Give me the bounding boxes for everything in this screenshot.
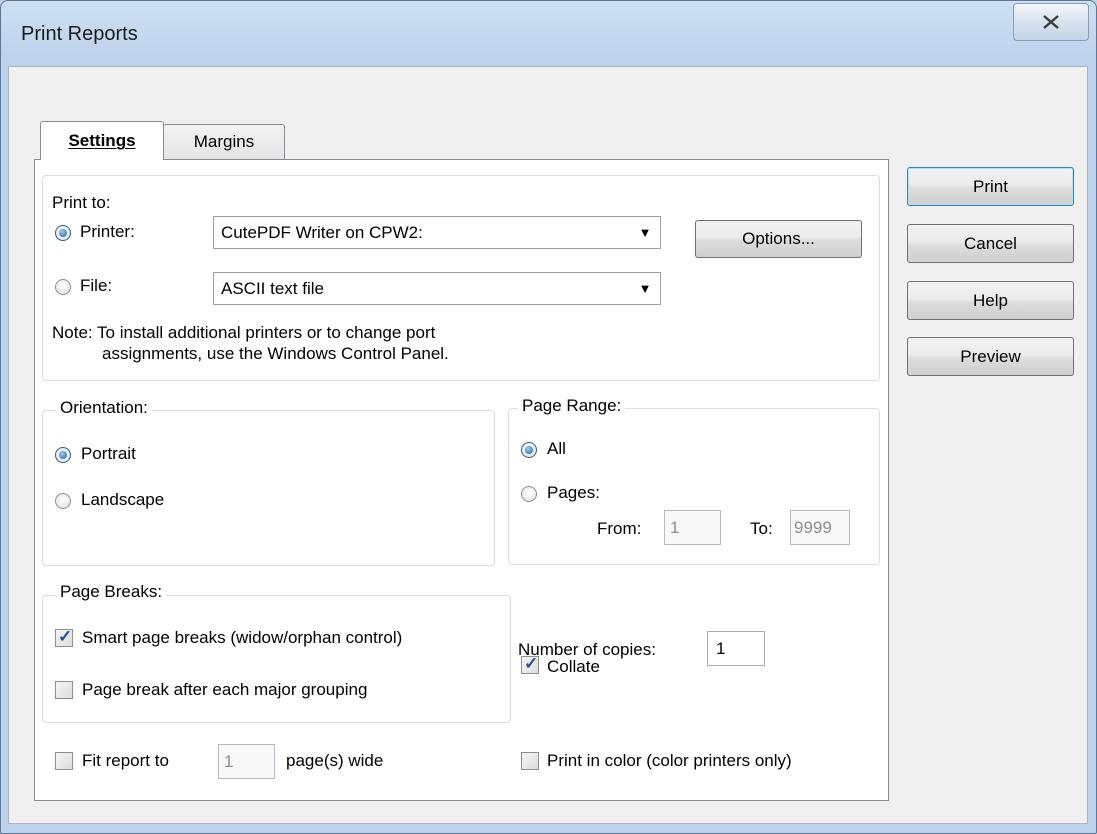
help-button[interactable]: Help bbox=[907, 281, 1074, 320]
triangle-down-icon: ▼ bbox=[638, 281, 652, 296]
file-type-select[interactable]: ASCII text file ▼ bbox=[213, 272, 661, 305]
pages-radio[interactable] bbox=[521, 486, 537, 502]
collate-checkbox[interactable]: ✓ bbox=[521, 654, 539, 674]
check-mark-icon: ✓ bbox=[58, 627, 73, 646]
printer-select[interactable]: CutePDF Writer on CPW2: ▼ bbox=[213, 216, 661, 249]
print-button[interactable]: Print bbox=[907, 167, 1074, 206]
landscape-label: Landscape bbox=[81, 490, 165, 509]
fit-report-label: Fit report to bbox=[82, 751, 169, 770]
pages-label: Pages: bbox=[547, 483, 600, 502]
file-type-select-value: ASCII text file bbox=[221, 278, 324, 298]
collate-label: Collate bbox=[547, 657, 600, 676]
triangle-down-icon: ▼ bbox=[638, 225, 652, 240]
pages-wide-label: page(s) wide bbox=[286, 751, 384, 770]
cancel-button[interactable]: Cancel bbox=[907, 224, 1074, 263]
file-radio-label: File: bbox=[80, 276, 113, 295]
check-mark-icon: ✓ bbox=[524, 654, 539, 673]
print-in-color-label: Print in color (color printers only) bbox=[547, 751, 792, 770]
landscape-radio[interactable] bbox=[55, 493, 71, 509]
printer-select-value: CutePDF Writer on CPW2: bbox=[221, 222, 423, 242]
page-range-legend: Page Range: bbox=[518, 396, 626, 416]
all-pages-radio[interactable] bbox=[521, 442, 537, 458]
tab-margins-label: Margins bbox=[193, 132, 255, 151]
orientation-legend: Orientation: bbox=[56, 398, 152, 418]
printer-note-line1: Note: To install additional printers or … bbox=[52, 323, 436, 342]
fit-pages-wide-input[interactable]: 1 bbox=[218, 744, 275, 779]
portrait-radio[interactable] bbox=[55, 447, 71, 463]
window-title: Print Reports bbox=[21, 23, 138, 45]
portrait-label: Portrait bbox=[81, 444, 136, 463]
smart-page-breaks-label: Smart page breaks (widow/orphan control) bbox=[82, 628, 403, 647]
printer-radio-label: Printer: bbox=[80, 222, 135, 241]
fit-report-checkbox[interactable] bbox=[55, 752, 73, 770]
printer-radio[interactable] bbox=[55, 225, 71, 241]
preview-button[interactable]: Preview bbox=[907, 337, 1074, 376]
to-label: To: bbox=[750, 519, 773, 538]
to-page-input[interactable]: 9999 bbox=[790, 510, 850, 545]
smart-page-breaks-checkbox[interactable]: ✓ bbox=[55, 627, 73, 647]
options-button[interactable]: Options... bbox=[695, 220, 862, 258]
print-in-color-checkbox[interactable] bbox=[521, 752, 539, 770]
page-breaks-legend: Page Breaks: bbox=[56, 582, 167, 602]
from-page-input[interactable]: 1 bbox=[664, 510, 721, 545]
all-pages-label: All bbox=[547, 439, 566, 458]
close-button[interactable] bbox=[1013, 3, 1089, 41]
tab-settings-label: Settings bbox=[68, 131, 136, 150]
major-grouping-checkbox[interactable] bbox=[55, 681, 73, 699]
page-breaks-group bbox=[42, 595, 511, 723]
tab-settings[interactable]: Settings bbox=[40, 121, 164, 160]
orientation-group bbox=[42, 410, 495, 566]
major-grouping-label: Page break after each major grouping bbox=[82, 680, 368, 699]
from-label: From: bbox=[597, 519, 642, 538]
number-of-copies-input[interactable]: 1 bbox=[707, 631, 765, 666]
printer-note-line2: assignments, use the Windows Control Pan… bbox=[102, 344, 449, 363]
close-x-icon bbox=[1043, 15, 1059, 29]
tab-margins[interactable]: Margins bbox=[163, 124, 285, 159]
print-to-heading: Print to: bbox=[52, 193, 111, 212]
file-radio[interactable] bbox=[55, 279, 71, 295]
